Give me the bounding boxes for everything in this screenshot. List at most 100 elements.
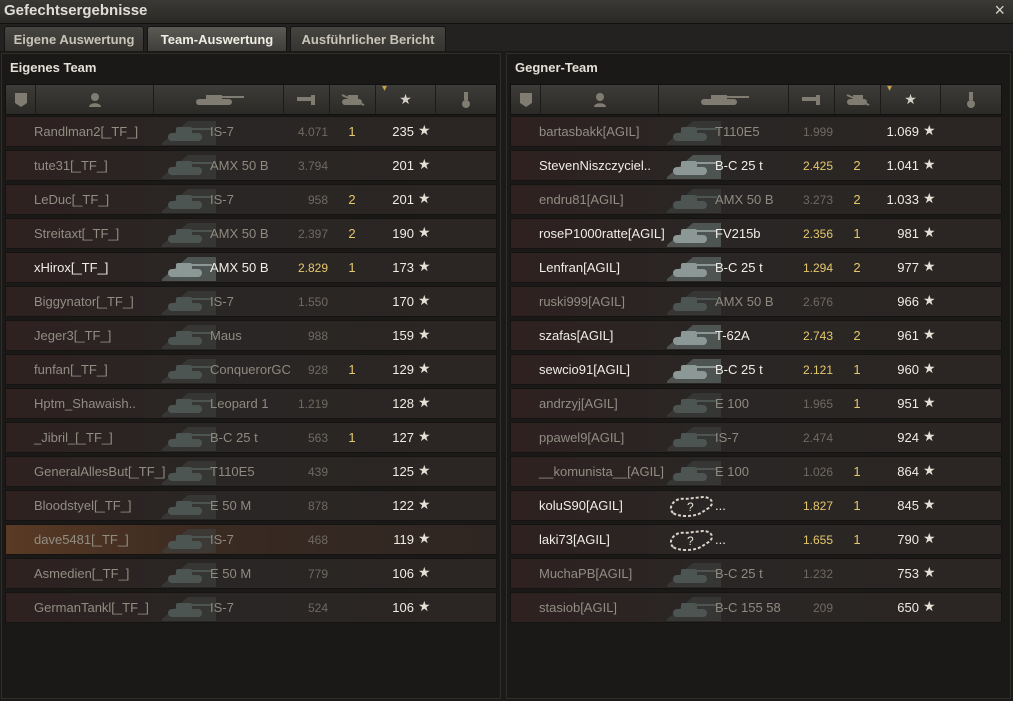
vehicle-tank-icon [663, 459, 721, 485]
xp-value: 159 [392, 328, 414, 343]
vehicle-tank-icon [158, 561, 216, 587]
kills-icon[interactable] [330, 85, 376, 114]
title-bar: Gefechtsergebnisse × [0, 0, 1013, 24]
player-row[interactable]: Asmedien[_TF_] E 50 M 779 106 ★ [5, 558, 497, 589]
medal-icon[interactable] [941, 85, 1001, 114]
kills-icon[interactable] [835, 85, 881, 114]
xp-value: 981 [897, 226, 919, 241]
player-row[interactable]: Bloodstyel[_TF_] E 50 M 878 122 ★ [5, 490, 497, 521]
player-row[interactable]: szafas[AGIL] T-62A 2.743 2 961 ★ [510, 320, 1002, 351]
player-name: __komunista__[AGIL] [539, 464, 665, 479]
player-row[interactable]: ruski999[AGIL] AMX 50 B 2.676 966 ★ [510, 286, 1002, 317]
player-row[interactable]: Biggynator[_TF_] IS-7 1.550 170 ★ [5, 286, 497, 317]
vehicle-name: ... [715, 532, 726, 547]
rank-icon[interactable] [6, 85, 36, 114]
player-name: bartasbakk[AGIL] [539, 124, 640, 139]
player-row[interactable]: koluS90[AGIL]?... 1.827 1 845 ★ [510, 490, 1002, 521]
player-name: Asmedien[_TF_] [34, 566, 130, 581]
vehicle-tank-icon [158, 153, 216, 179]
xp-star-icon: ★ [923, 326, 936, 342]
player-row[interactable]: roseP1000ratte[AGIL] FV215b 2.356 1 981 ★ [510, 218, 1002, 249]
player-row[interactable]: Jeger3[_TF_] Maus 988 159 ★ [5, 320, 497, 351]
player-row[interactable]: LeDuc[_TF_] IS-7 958 2 201 ★ [5, 184, 497, 215]
tab-team-auswertung[interactable]: Team-Auswertung [147, 26, 287, 51]
xp-value: 170 [392, 294, 414, 309]
damage-value: 1.550 [297, 295, 328, 309]
player-row[interactable]: dave5481[_TF_] IS-7 468 119 ★ [5, 524, 497, 555]
own-team-column-header: ▾ ★ [5, 83, 497, 115]
rank-icon[interactable] [511, 85, 541, 114]
tab-ausfuehrlicher-bericht[interactable]: Ausführlicher Bericht [290, 26, 446, 51]
vehicle-tank-icon [663, 391, 721, 417]
xp-value: 201 [392, 158, 414, 173]
xp-value: 235 [392, 124, 414, 139]
player-name: tute31[_TF_] [34, 158, 108, 173]
xp-value: 966 [897, 294, 919, 309]
xp-value: 924 [897, 430, 919, 445]
player-row[interactable]: StevenNiszczyciel.. B-C 25 t 2.425 2 1.041 ★ [510, 150, 1002, 181]
player-row[interactable]: __komunista__[AGIL] E 100 1.026 1 864 ★ [510, 456, 1002, 487]
xp-value: 122 [392, 498, 414, 513]
player-icon[interactable] [36, 85, 154, 114]
close-icon[interactable]: × [994, 0, 1005, 21]
tank-icon[interactable] [659, 85, 789, 114]
xp-star-icon: ★ [418, 258, 431, 274]
vehicle-tank-icon [158, 323, 216, 349]
xp-value: 119 [393, 532, 414, 547]
vehicle-tank-icon [158, 255, 216, 281]
player-row[interactable]: tute31[_TF_] AMX 50 B 3.794 201 ★ [5, 150, 497, 181]
player-row[interactable]: Streitaxt[_TF_] AMX 50 B 2.397 2 190 ★ [5, 218, 497, 249]
vehicle-tank-icon [158, 357, 216, 383]
kills-value: 1 [853, 396, 861, 411]
kills-value: 2 [853, 260, 861, 275]
player-row[interactable]: xHirox[_TF_] AMX 50 B 2.829 1 173 ★ [5, 252, 497, 283]
tab-eigene-auswertung[interactable]: Eigene Auswertung [4, 26, 144, 51]
player-row[interactable]: endru81[AGIL] AMX 50 B 3.273 2 1.033 ★ [510, 184, 1002, 215]
player-row[interactable]: Hptm_Shawaish.. Leopard 1 1.219 128 ★ [5, 388, 497, 419]
player-name: Jeger3[_TF_] [34, 328, 112, 343]
xp-star-icon[interactable]: ▾ ★ [881, 83, 941, 114]
damage-value: 563 [307, 431, 328, 445]
player-name: Biggynator[_TF_] [34, 294, 134, 309]
vehicle-tank-icon [158, 459, 216, 485]
xp-star-icon[interactable]: ▾ ★ [376, 83, 436, 114]
player-row[interactable]: stasiob[AGIL] B-C 155 58 209 650 ★ [510, 592, 1002, 623]
player-name: Lenfran[AGIL] [539, 260, 620, 275]
damage-value: 2.676 [802, 295, 833, 309]
xp-star-icon: ★ [418, 530, 431, 546]
vehicle-tank-icon: ? [663, 493, 721, 519]
vehicle-name: E 100 [715, 464, 749, 479]
player-row[interactable]: MuchaPB[AGIL] B-C 25 t 1.232 753 ★ [510, 558, 1002, 589]
medal-icon[interactable] [436, 85, 496, 114]
xp-star-icon: ★ [923, 156, 936, 172]
player-row[interactable]: andrzyj[AGIL] E 100 1.965 1 951 ★ [510, 388, 1002, 419]
vehicle-tank-icon [663, 221, 721, 247]
player-row[interactable]: Lenfran[AGIL] B-C 25 t 1.294 2 977 ★ [510, 252, 1002, 283]
damage-icon[interactable] [789, 85, 835, 114]
kills-value: 1 [348, 124, 356, 139]
player-name: stasiob[AGIL] [539, 600, 618, 615]
vehicle-tank-icon [663, 595, 721, 621]
tank-icon[interactable] [154, 85, 284, 114]
damage-icon[interactable] [284, 85, 330, 114]
player-row[interactable]: GeneralAllesBut[_TF_] T110E5 439 125 ★ [5, 456, 497, 487]
player-row[interactable]: bartasbakk[AGIL] T110E5 1.999 1.069 ★ [510, 116, 1002, 147]
player-row[interactable]: ppawel9[AGIL] IS-7 2.474 924 ★ [510, 422, 1002, 453]
damage-value: 2.829 [297, 261, 328, 275]
vehicle-tank-icon [158, 289, 216, 315]
kills-value: 1 [348, 430, 356, 445]
vehicle-tank-icon [663, 289, 721, 315]
player-row[interactable]: Randlman2[_TF_] IS-7 4.071 1 235 ★ [5, 116, 497, 147]
xp-star-icon: ★ [418, 156, 431, 172]
player-row[interactable]: funfan[_TF_] ConquerorGC 928 1 129 ★ [5, 354, 497, 385]
kills-value: 2 [853, 158, 861, 173]
player-row[interactable]: GermanTankl[_TF_] IS-7 524 106 ★ [5, 592, 497, 623]
player-row[interactable]: _Jibril_[_TF_] B-C 25 t 563 1 127 ★ [5, 422, 497, 453]
player-icon[interactable] [541, 85, 659, 114]
player-row[interactable]: sewcio91[AGIL] B-C 25 t 2.121 1 960 ★ [510, 354, 1002, 385]
kills-value: 1 [853, 362, 861, 377]
vehicle-tank-icon [663, 561, 721, 587]
player-row[interactable]: laki73[AGIL]?... 1.655 1 790 ★ [510, 524, 1002, 555]
xp-value: 864 [897, 464, 919, 479]
own-team-title: Eigenes Team [10, 60, 97, 75]
